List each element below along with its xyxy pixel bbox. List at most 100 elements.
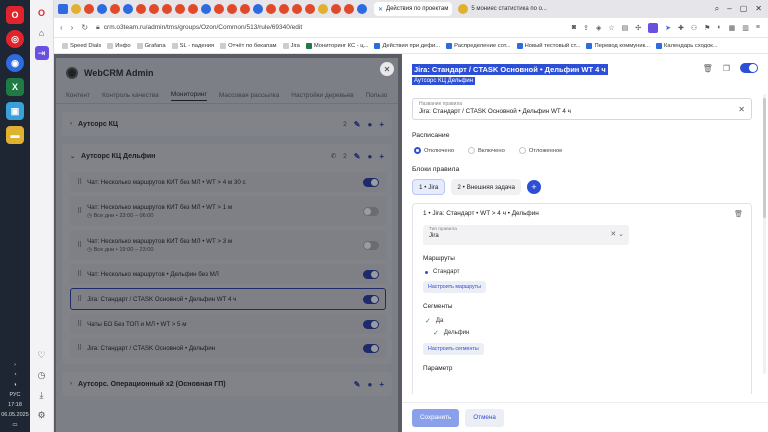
tab-favicon[interactable]: [292, 4, 302, 14]
schedule-option-delayed[interactable]: Отложенное: [518, 147, 562, 154]
rule-item[interactable]: ⠿ Чат: Несколько маршрутов КИТ без МЛ • …: [70, 196, 386, 226]
tab-favicon[interactable]: [214, 4, 224, 14]
bookmark-item[interactable]: Действия при дефи...: [374, 42, 440, 49]
rule-toggle[interactable]: [363, 269, 379, 279]
tab-inactive[interactable]: 5 мониес статистика по о...: [454, 2, 551, 16]
share-icon[interactable]: ⇪: [583, 24, 589, 32]
notification-icon[interactable]: ▭: [12, 422, 17, 428]
rule-toggle[interactable]: [363, 319, 379, 329]
rule-name-field[interactable]: Название правила Jira: Стандарт / CTASK …: [412, 98, 752, 120]
tab-favicon[interactable]: [357, 4, 367, 14]
edit-icon[interactable]: ✎: [354, 380, 361, 389]
close-panel-button[interactable]: ✕: [380, 62, 394, 76]
tab-favicon[interactable]: [84, 4, 94, 14]
rule-item[interactable]: ⠿ Чат: Несколько маршрутов КИТ без МЛ • …: [70, 230, 386, 260]
app-icon[interactable]: ▣: [6, 102, 24, 120]
tab-favicon[interactable]: [331, 4, 341, 14]
rule-toggle[interactable]: [363, 177, 379, 187]
aria-icon[interactable]: ⇥: [34, 46, 49, 60]
search-tabs-icon[interactable]: ⌕: [715, 4, 719, 14]
bookmark-item[interactable]: Перевод коммуник...: [586, 42, 650, 49]
rule-item[interactable]: ⠿ Jira: Стандарт / CTASK Основной • Дель…: [70, 338, 386, 358]
trash-icon[interactable]: 🗑︎: [703, 64, 713, 73]
tab-favicon[interactable]: [305, 4, 315, 14]
url-field[interactable]: crm.o3team.ru/admin/tms/groups/Ozon/Comm…: [104, 24, 302, 31]
clear-icon[interactable]: ✕: [738, 105, 745, 114]
user-icon[interactable]: ●: [367, 152, 372, 161]
tab-favicon[interactable]: [110, 4, 120, 14]
chevron-right-icon[interactable]: ›: [70, 121, 72, 127]
opera-logo-icon[interactable]: O: [35, 6, 49, 20]
bookmark-item[interactable]: Отчёт по бекапам: [220, 42, 277, 49]
bookmark-item[interactable]: Jira: [282, 42, 300, 49]
bookmark-item[interactable]: Speed Dials: [62, 42, 101, 49]
configure-routes-button[interactable]: Настроить маршруты: [423, 281, 486, 293]
tab-favicon[interactable]: [240, 4, 250, 14]
history-icon[interactable]: ◷: [35, 368, 49, 382]
settings-icon[interactable]: ⚙: [35, 408, 49, 422]
home-icon[interactable]: ⌂: [35, 26, 49, 40]
cancel-button[interactable]: Отмена: [465, 408, 504, 427]
drag-handle-icon[interactable]: ⠿: [77, 207, 82, 215]
rule-item[interactable]: ⠿ Чат: Несколько маршрутов • Дельфин без…: [70, 264, 386, 284]
save-button[interactable]: Сохранить: [412, 408, 460, 427]
chevron-down-icon[interactable]: ⌄: [70, 153, 75, 160]
reload-icon[interactable]: ↻: [81, 23, 88, 32]
minimize-icon[interactable]: –: [727, 4, 731, 14]
language-indicator[interactable]: РУС: [9, 392, 20, 398]
forward-icon[interactable]: ›: [71, 23, 74, 32]
tab-favicon[interactable]: [123, 4, 133, 14]
group-header[interactable]: ⌄ Аутсорс КЦ Дельфин ✆ 2 ✎ ● +: [62, 144, 392, 168]
add-icon[interactable]: +: [379, 380, 384, 389]
rule-enabled-toggle[interactable]: [740, 63, 758, 73]
bookmark-item[interactable]: Календарь сходок...: [655, 42, 718, 49]
rule-item-selected[interactable]: ⠿ Jira: Стандарт / CTASK Основной • Дель…: [70, 288, 386, 310]
excel-icon[interactable]: X: [6, 78, 24, 96]
clock-date[interactable]: 06.05.2025: [1, 412, 29, 418]
add-block-button[interactable]: +: [527, 180, 542, 194]
user-icon[interactable]: ●: [367, 380, 372, 389]
schedule-option-off[interactable]: Отключено: [414, 147, 454, 154]
group-header[interactable]: › Аутсорс. Операционный х2 (Основная ГП)…: [62, 372, 392, 396]
drag-handle-icon[interactable]: ⠿: [77, 344, 82, 352]
drag-handle-icon[interactable]: ⠿: [77, 295, 82, 303]
rule-item[interactable]: ⠿ Чат: Несколько маршрутов КИТ без МЛ • …: [70, 172, 386, 192]
rule-toggle[interactable]: [363, 294, 379, 304]
tab-active[interactable]: ✕ Действия по проектам: [374, 2, 453, 16]
edit-icon[interactable]: ✎: [354, 152, 361, 161]
star-icon[interactable]: ☆: [608, 24, 614, 32]
chevron-right-icon[interactable]: ›: [70, 381, 72, 387]
lock-icon[interactable]: 🔒︎: [96, 24, 100, 32]
tab-favicon[interactable]: [149, 4, 159, 14]
bookmark-item[interactable]: Grafana: [136, 42, 166, 49]
tab-favicon[interactable]: [227, 4, 237, 14]
profile-icon[interactable]: [648, 22, 659, 33]
drag-handle-icon[interactable]: ⠿: [77, 270, 82, 278]
group-header[interactable]: › Аутсорс КЦ 2 ✎ ● +: [62, 112, 392, 136]
nav-trees[interactable]: Настройки деревьев: [291, 92, 353, 99]
tab-favicon[interactable]: [58, 4, 68, 14]
translate-icon[interactable]: ▤: [622, 24, 629, 32]
nav-monitoring[interactable]: Мониторинг: [170, 91, 207, 101]
ext-icon[interactable]: ▦: [729, 24, 736, 32]
add-icon[interactable]: +: [379, 152, 384, 161]
block-tab-jira[interactable]: 1 • Jira: [412, 179, 446, 195]
maximize-icon[interactable]: ▢: [740, 4, 748, 14]
tab-favicon[interactable]: [97, 4, 107, 14]
downloads-icon[interactable]: ⤓: [35, 388, 49, 402]
tab-favicon[interactable]: [344, 4, 354, 14]
ext-icon[interactable]: ⚇: [691, 24, 697, 32]
rule-type-select[interactable]: Тип правила Jira ✕ ⌄: [423, 225, 629, 245]
nav-quality[interactable]: Контроль качества: [102, 92, 159, 99]
nav-content[interactable]: Контент: [66, 92, 90, 99]
network-icon[interactable]: ◔: [13, 372, 16, 378]
camera-icon[interactable]: ◙: [572, 24, 576, 31]
drag-handle-icon[interactable]: ⠿: [77, 320, 82, 328]
heart-icon[interactable]: ♡: [35, 348, 49, 362]
user-icon[interactable]: ●: [367, 120, 372, 129]
close-window-icon[interactable]: ✕: [755, 4, 762, 14]
clock-time[interactable]: 17:18: [8, 402, 22, 408]
rule-toggle[interactable]: [363, 240, 379, 250]
rule-toggle[interactable]: [363, 343, 379, 353]
copy-icon[interactable]: ❐: [723, 64, 730, 73]
